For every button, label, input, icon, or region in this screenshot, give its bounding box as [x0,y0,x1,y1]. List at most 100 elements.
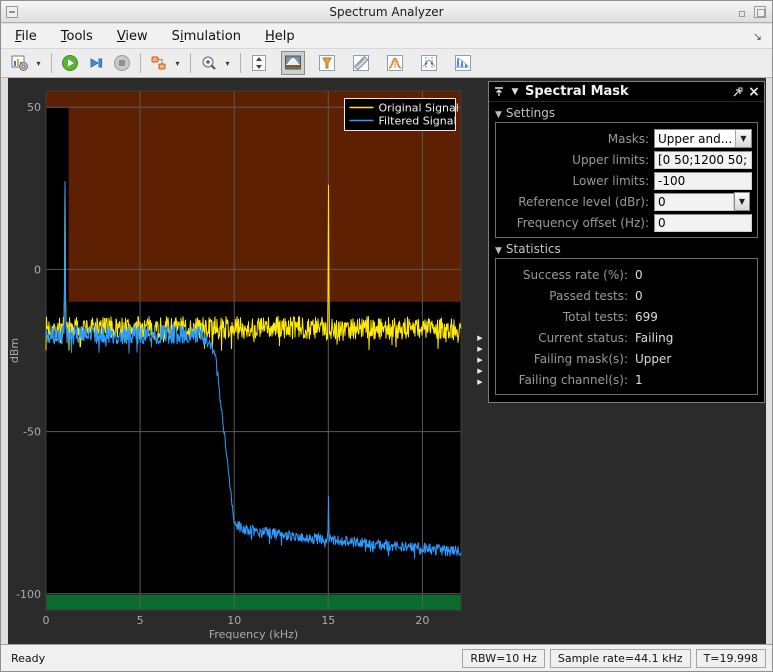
panel-collapse-handle[interactable]: ▶▶▶▶▶ [474,333,486,387]
failing-channel-value: 1 [635,373,643,387]
minimize-icon[interactable] [6,6,18,18]
collapse-panel-icon[interactable]: ▼ [509,86,521,98]
panel-header: ▼ Spectral Mask × [489,82,764,102]
zoom-dropdown[interactable]: ▾ [222,51,233,75]
upper-limits-label: Upper limits: [496,153,654,167]
scope-settings-button[interactable] [8,51,32,75]
menu-bar: File Tools View Simulation Help ↘ [1,24,772,49]
total-tests-row: Total tests: 699 [496,306,753,327]
statistics-group: Success rate (%): 0 Passed tests: 0 Tota… [495,258,758,395]
collapse-arrow-icon[interactable]: ▶ [474,344,486,354]
window-title: Spectrum Analyzer [329,5,443,19]
svg-text:dBm: dBm [8,338,21,363]
simulation-source-dropdown[interactable]: ▾ [172,51,183,75]
failing-mask-label: Failing mask(s): [496,352,628,366]
menu-tools[interactable]: Tools [61,29,93,44]
spectral-mask-button[interactable] [281,51,305,75]
zoom-in-button[interactable] [197,51,221,75]
frequency-offset-row: Frequency offset (Hz): [496,212,753,233]
masks-dropdown[interactable]: Upper and... ▼ [654,129,752,148]
settings-group: Masks: Upper and... ▼ Upper limits: Lowe… [495,122,758,238]
lower-limits-input[interactable] [654,172,752,190]
statistics-collapse-icon: ▼ [495,246,502,256]
success-rate-value: 0 [635,268,643,282]
passed-tests-row: Passed tests: 0 [496,285,753,306]
frequency-offset-input[interactable] [654,214,752,232]
reference-level-dropdown-arrow-icon[interactable]: ▼ [734,192,750,211]
current-status-label: Current status: [496,331,628,345]
plot-window: 500-50-10005101520Frequency (kHz)dBmOrig… [8,78,487,645]
stop-icon [113,54,131,72]
collapse-arrow-icon[interactable]: ▶ [474,355,486,365]
masks-dropdown-arrow-icon[interactable]: ▼ [735,130,751,147]
svg-text:20: 20 [415,614,429,627]
run-icon [61,54,79,72]
failing-channel-label: Failing channel(s): [496,373,628,387]
peak-finder-button[interactable] [383,51,407,75]
rbw-indicator: RBW=10 Hz [462,649,544,668]
svg-text:15: 15 [321,614,335,627]
status-bar: Ready RBW=10 Hz Sample rate=44.1 kHz T=1… [1,644,772,671]
svg-text:Original Signal: Original Signal [379,102,459,115]
failing-mask-value: Upper [635,352,671,366]
step-forward-button[interactable] [84,51,108,75]
svg-text:-100: -100 [16,588,41,601]
menu-file[interactable]: File [15,29,37,44]
success-rate-row: Success rate (%): 0 [496,264,753,285]
undock-arrow-icon[interactable]: ↘ [753,30,762,43]
svg-text:0: 0 [34,263,41,276]
stop-button[interactable] [110,51,134,75]
main-content: 500-50-10005101520Frequency (kHz)dBmOrig… [8,78,766,645]
current-status-value: Failing [635,331,673,345]
dock-icon[interactable] [732,86,744,98]
lower-limits-row: Lower limits: [496,170,753,191]
scope-settings-dropdown[interactable]: ▾ [33,51,44,75]
time-indicator: T=19.998 [696,649,766,668]
close-icon[interactable]: × [748,86,760,98]
restore-icon[interactable] [736,6,748,18]
run-button[interactable] [58,51,82,75]
statistics-section-header[interactable]: ▼Statistics [489,238,764,258]
ruler-button[interactable] [349,51,373,75]
span-full-view-icon [250,54,268,72]
reference-level-input[interactable] [654,193,734,211]
ruler-icon [352,54,370,72]
span-full-view-button[interactable] [247,51,271,75]
title-bar: Spectrum Analyzer [1,1,772,23]
spectral-mask-icon [284,54,302,72]
distortion-measurements-icon [454,54,472,72]
svg-text:Filtered Signal: Filtered Signal [379,115,457,128]
menu-view[interactable]: View [117,29,148,44]
menu-simulation[interactable]: Simulation [172,29,241,44]
collapse-arrow-icon[interactable]: ▶ [474,366,486,376]
cursor-measurements-button[interactable] [417,51,441,75]
success-rate-label: Success rate (%): [496,268,628,282]
peak-finder-icon [386,54,404,72]
upper-limits-input[interactable] [654,151,752,169]
collapse-arrow-icon[interactable]: ▶ [474,333,486,343]
distortion-measurements-button[interactable] [451,51,475,75]
simulation-source-icon [150,54,168,72]
settings-section-header[interactable]: ▼Settings [489,102,764,122]
current-status-row: Current status: Failing [496,327,753,348]
toolbar: ▾ ▾ [1,49,772,78]
passed-tests-label: Passed tests: [496,289,628,303]
svg-text:-50: -50 [23,426,41,439]
maximize-icon[interactable] [754,6,766,18]
svg-text:0: 0 [43,614,50,627]
spectral-mask-panel: ▼ Spectral Mask × ▼Settings Masks: Upper… [488,81,765,403]
window-funnel-icon [318,54,336,72]
svg-text:50: 50 [27,101,41,114]
menu-help[interactable]: Help [265,29,295,44]
sample-rate-indicator: Sample rate=44.1 kHz [550,649,691,668]
svg-text:10: 10 [227,614,241,627]
reference-level-label: Reference level (dBr): [496,195,654,209]
collapse-arrow-icon[interactable]: ▶ [474,377,486,387]
simulation-source-button[interactable] [147,51,171,75]
spectrum-analyzer-window: Spectrum Analyzer File Tools View Simula… [0,0,773,672]
pin-icon[interactable] [493,86,505,98]
total-tests-value: 699 [635,310,658,324]
settings-collapse-icon: ▼ [495,110,502,120]
window-funnel-button[interactable] [315,51,339,75]
cursor-measurements-icon [420,54,438,72]
